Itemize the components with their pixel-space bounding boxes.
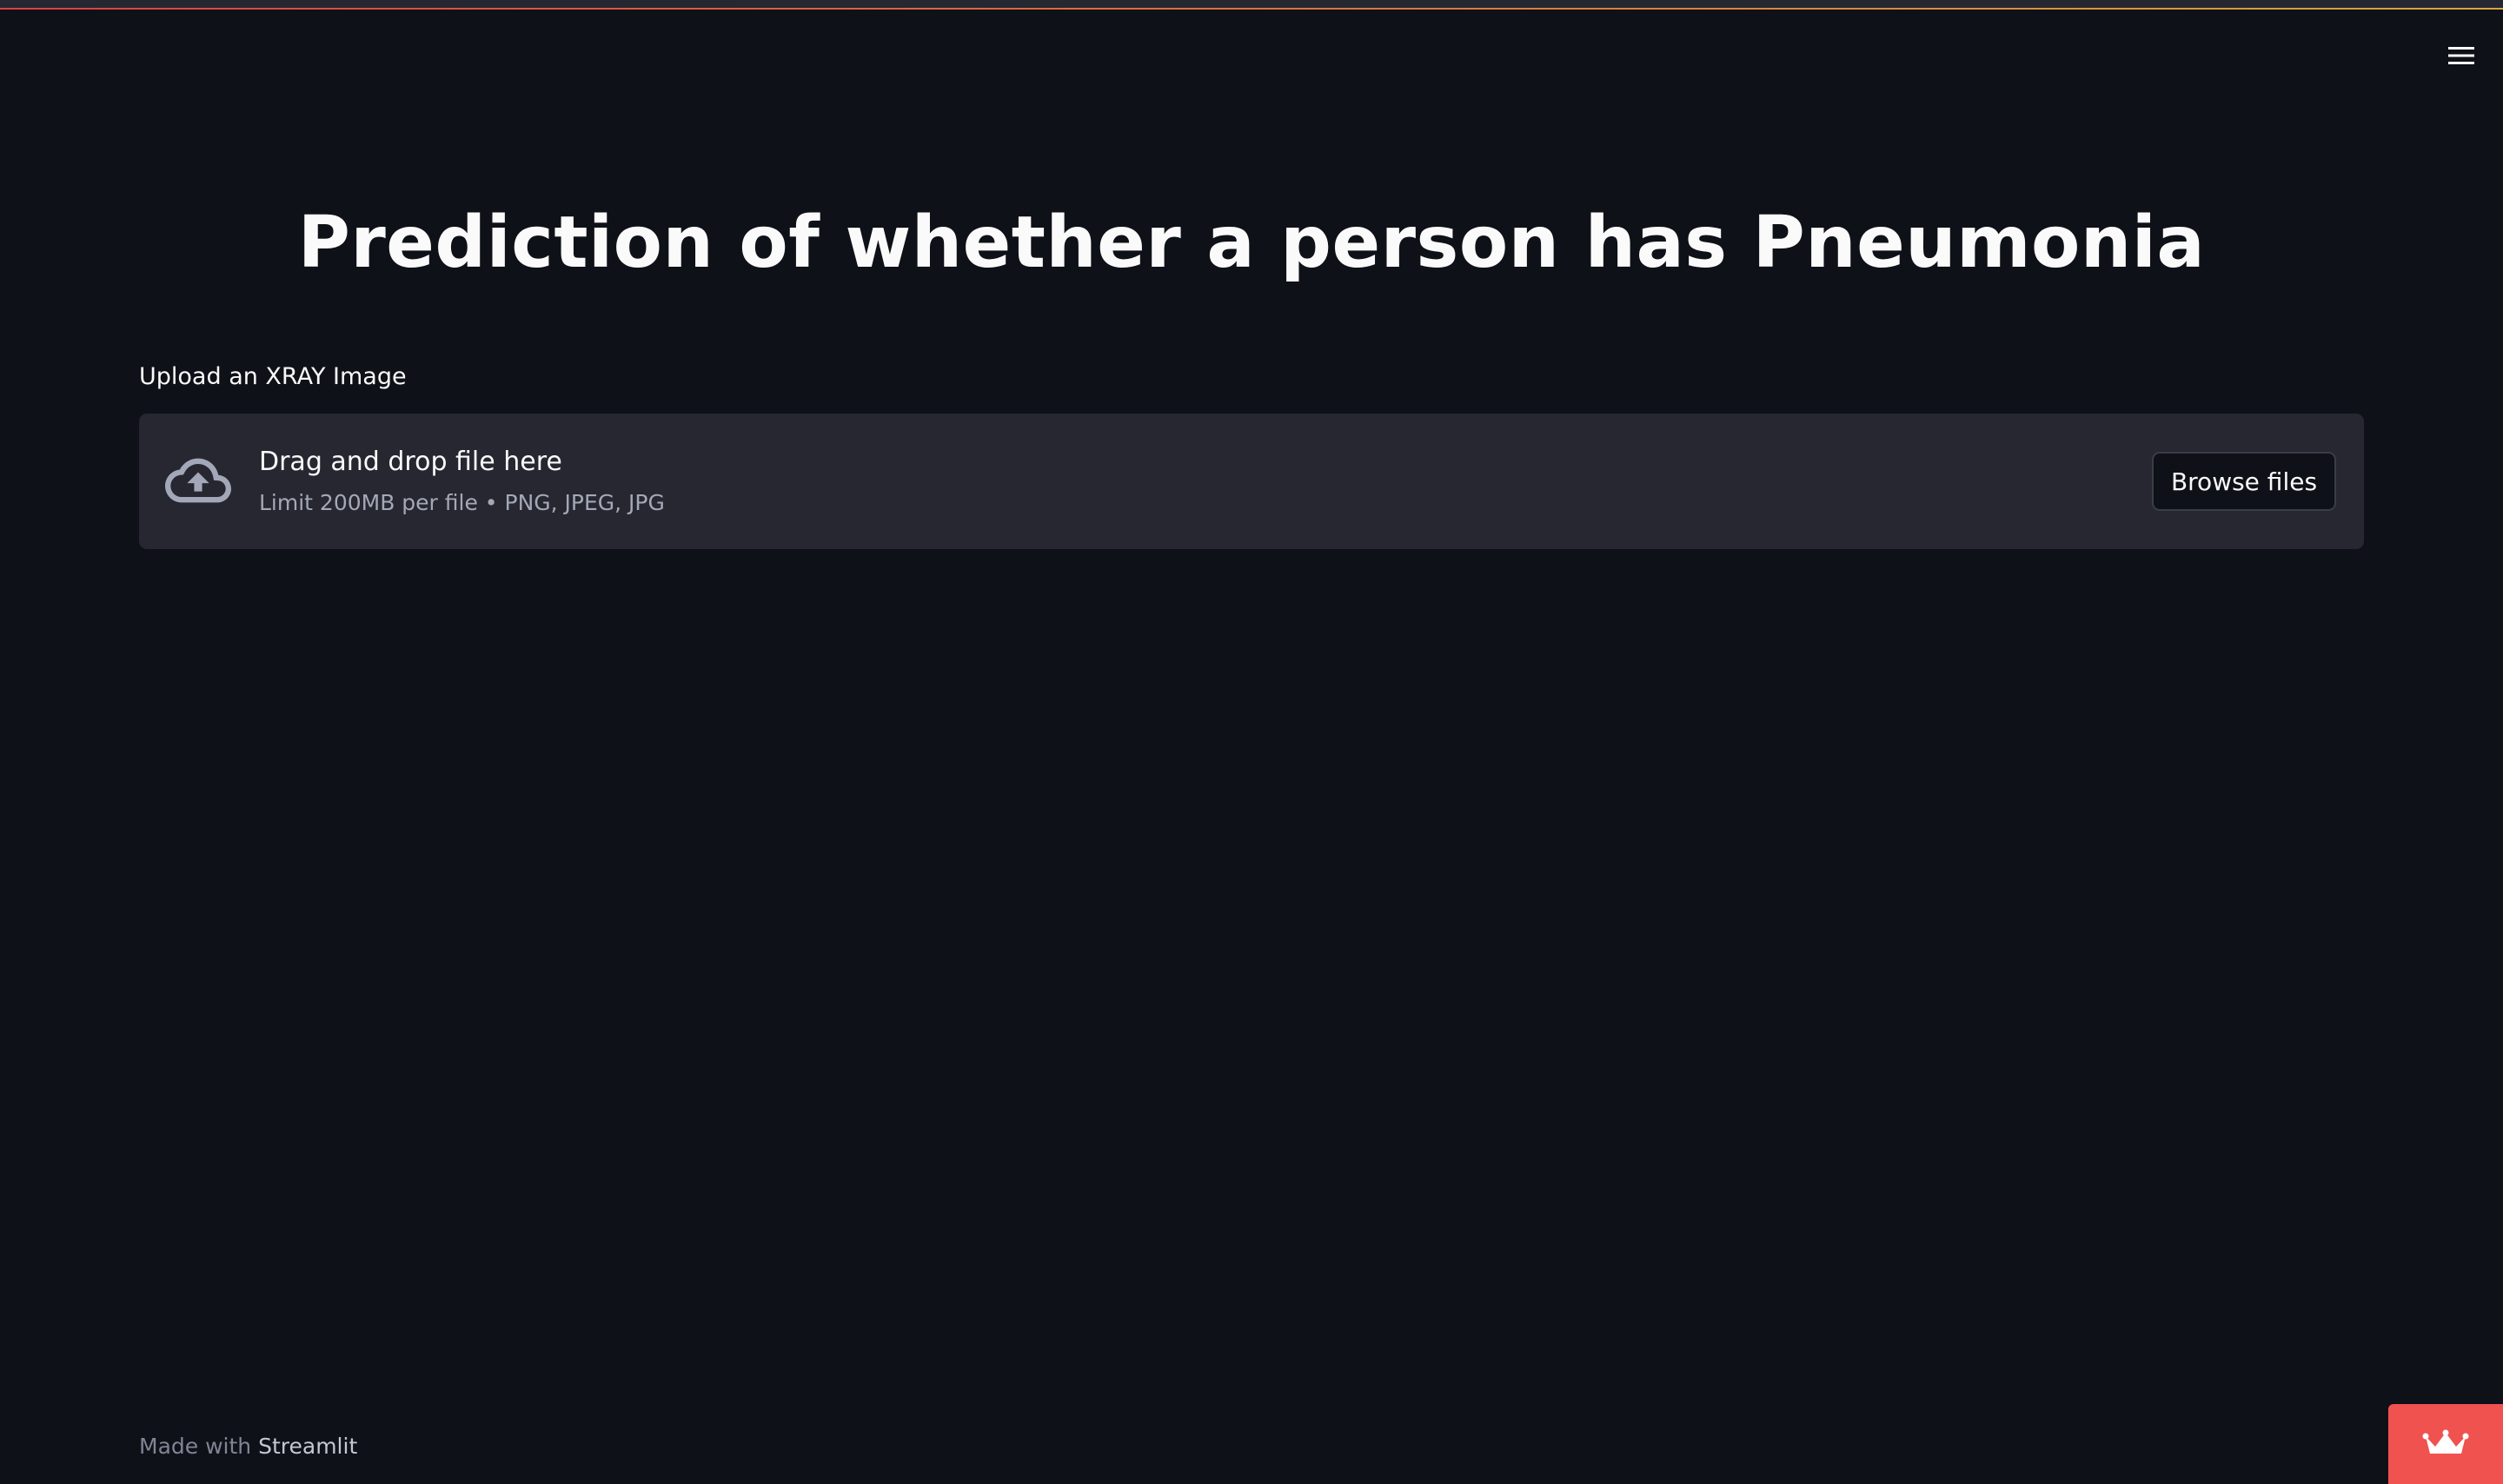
header-decoration-bar [0,0,2503,10]
streamlit-link[interactable]: Streamlit [258,1434,357,1459]
browse-files-button[interactable]: Browse files [2152,452,2336,511]
cloud-upload-icon [165,458,231,503]
footer: Made with Streamlit [139,1434,357,1459]
file-dropzone[interactable]: Drag and drop file here Limit 200MB per … [139,414,2364,549]
file-uploader-label: Upload an XRAY Image [139,363,407,390]
dropzone-limit-text: Limit 200MB per file • PNG, JPEG, JPG [259,490,665,515]
main-menu-button[interactable] [2440,38,2482,73]
dropzone-instructions: Drag and drop file here Limit 200MB per … [259,445,665,516]
dropzone-main-text: Drag and drop file here [259,447,562,477]
page-title: Prediction of whether a person has Pneum… [297,202,2206,284]
streamlit-badge-button[interactable] [2388,1404,2503,1484]
hamburger-menu-icon [2448,47,2474,64]
footer-prefix: Made with [139,1434,252,1459]
crown-icon [2422,1429,2469,1454]
